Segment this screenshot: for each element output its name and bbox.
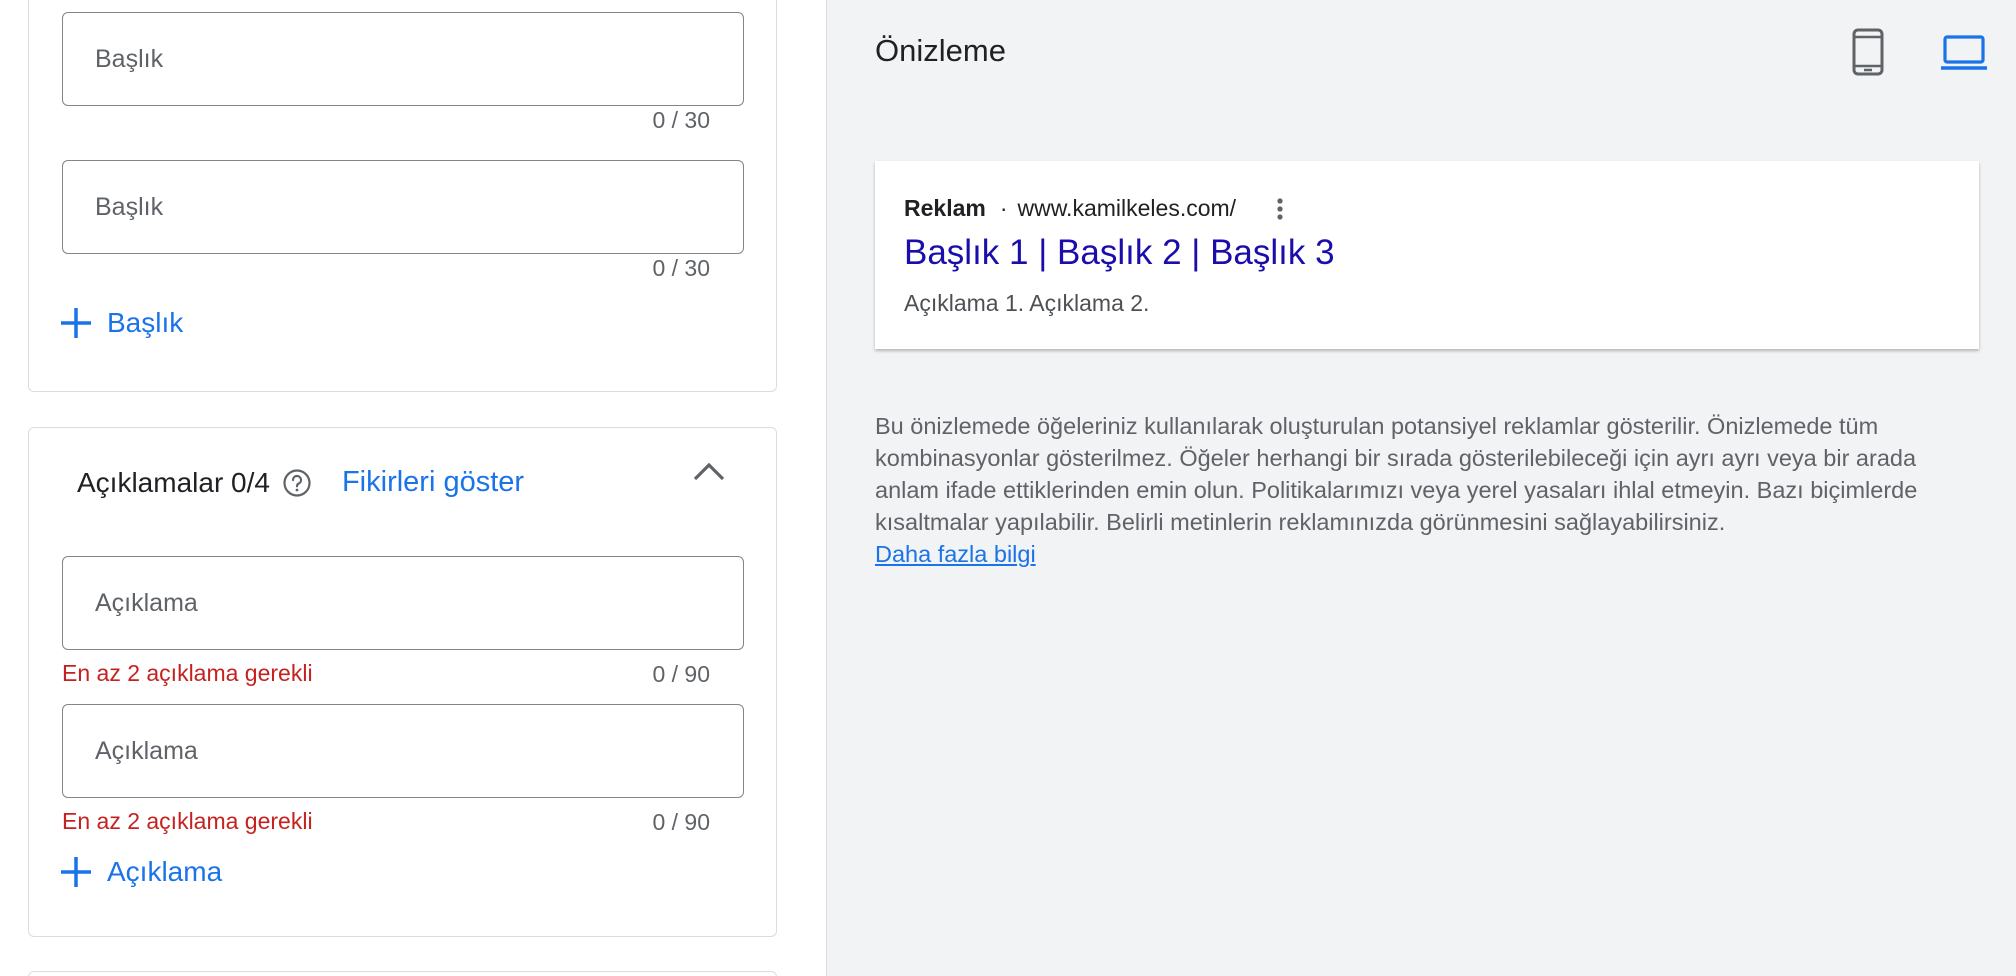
laptop-icon[interactable] <box>1940 34 1988 77</box>
ad-editor-panel: 0 / 30 0 / 30 Başlık Açıklamalar 0/4 Fik… <box>0 0 826 976</box>
add-headline-button[interactable]: Başlık <box>59 306 183 340</box>
smartphone-icon[interactable] <box>1851 28 1885 81</box>
description-char-counter: 0 / 90 <box>652 661 710 687</box>
preview-info: Bu önizlemede öğeleriniz kullanılarak ol… <box>875 410 1985 570</box>
description-input[interactable] <box>63 705 743 797</box>
headline-char-counter: 0 / 30 <box>652 255 710 281</box>
headline-char-counter: 0 / 30 <box>652 107 710 133</box>
headline-field[interactable] <box>62 12 744 106</box>
descriptions-header: Açıklamalar 0/4 Fikirleri göster <box>77 466 524 499</box>
headline-input[interactable] <box>63 13 743 105</box>
descriptions-title: Açıklamalar 0/4 <box>77 466 270 498</box>
preview-info-text: Bu önizlemede öğeleriniz kullanılarak ol… <box>875 413 1918 535</box>
preview-title: Önizleme <box>875 33 1006 68</box>
ad-description: Açıklama 1. Açıklama 2. <box>904 290 1150 316</box>
plus-icon <box>61 857 91 887</box>
ad-label: Reklam <box>904 195 986 221</box>
help-circle-icon[interactable] <box>282 468 312 498</box>
description-field[interactable] <box>62 704 744 798</box>
headlines-card: 0 / 30 0 / 30 Başlık <box>28 0 777 392</box>
add-headline-label: Başlık <box>107 307 184 338</box>
descriptions-card: Açıklamalar 0/4 Fikirleri göster En az 2… <box>28 427 777 937</box>
plus-icon <box>61 308 91 338</box>
chevron-up-icon[interactable] <box>692 460 726 487</box>
preview-panel: Önizleme Reklam · www.kamilkeles.com/ Ba… <box>826 0 2016 976</box>
ad-display-url: www.kamilkeles.com/ <box>1017 195 1237 221</box>
description-field[interactable] <box>62 556 744 650</box>
ad-meta-line: Reklam · www.kamilkeles.com/ <box>904 195 1284 222</box>
description-char-counter: 0 / 90 <box>652 809 710 835</box>
more-vert-icon[interactable] <box>1276 197 1284 221</box>
ad-separator: · <box>999 195 1008 221</box>
add-description-button[interactable]: Açıklama <box>59 855 222 889</box>
show-ideas-link[interactable]: Fikirleri göster <box>342 466 524 499</box>
learn-more-link[interactable]: Daha fazla bilgi <box>875 541 1036 567</box>
headline-input[interactable] <box>63 161 743 253</box>
description-error: En az 2 açıklama gerekli <box>62 660 313 686</box>
add-description-label: Açıklama <box>107 856 223 887</box>
description-input[interactable] <box>63 557 743 649</box>
description-error: En az 2 açıklama gerekli <box>62 808 313 834</box>
headline-field[interactable] <box>62 160 744 254</box>
ad-headline[interactable]: Başlık 1 | Başlık 2 | Başlık 3 <box>904 233 1335 273</box>
ad-preview-card: Reklam · www.kamilkeles.com/ Başlık 1 | … <box>875 161 1979 349</box>
next-section-card <box>28 971 777 976</box>
